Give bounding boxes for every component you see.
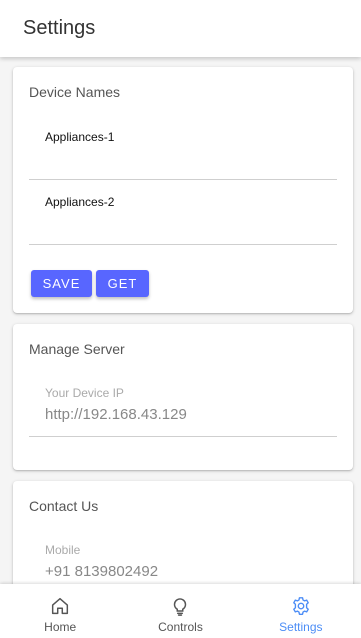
manage-server-title: Manage Server [29, 341, 125, 357]
contact-title: Contact Us [29, 498, 99, 514]
mobile-field[interactable]: Mobile +91 8139802492 [29, 533, 337, 584]
device-ip-field[interactable]: Your Device IP http://192.168.43.129 [29, 376, 337, 437]
nav-controls-label: Controls [158, 620, 203, 634]
lightbulb-icon [169, 595, 191, 620]
device-name-field-1[interactable]: Appliances-1 [29, 117, 337, 180]
nav-home[interactable]: Home [0, 584, 120, 638]
device-names-title: Device Names [29, 84, 121, 100]
nav-settings[interactable]: Settings [241, 584, 361, 638]
nav-settings-label: Settings [279, 620, 323, 634]
manage-server-card: Manage Server Your Device IP http://192.… [13, 324, 353, 470]
page-title: Settings [23, 17, 96, 39]
device-name-value-1: Appliances-1 [45, 130, 115, 144]
device-ip-value: http://192.168.43.129 [45, 406, 187, 423]
settings-content[interactable]: Device Names Appliances-1 Appliances-2 S… [0, 57, 361, 584]
app-bar: Settings [0, 0, 361, 57]
mobile-value: +91 8139802492 [45, 563, 159, 580]
bottom-nav: Home Controls Settings [0, 584, 361, 638]
gear-icon [290, 595, 312, 620]
nav-home-label: Home [44, 620, 77, 634]
nav-controls[interactable]: Controls [120, 584, 240, 638]
get-button[interactable]: GET [96, 270, 149, 297]
device-name-value-2: Appliances-2 [45, 195, 115, 209]
save-button[interactable]: SAVE [31, 270, 92, 297]
device-ip-label: Your Device IP [45, 386, 124, 400]
home-icon [49, 595, 71, 620]
device-name-field-2[interactable]: Appliances-2 [29, 182, 337, 245]
device-names-card: Device Names Appliances-1 Appliances-2 S… [13, 67, 353, 313]
mobile-label: Mobile [45, 543, 81, 557]
contact-card: Contact Us Mobile +91 8139802492 [13, 481, 353, 584]
